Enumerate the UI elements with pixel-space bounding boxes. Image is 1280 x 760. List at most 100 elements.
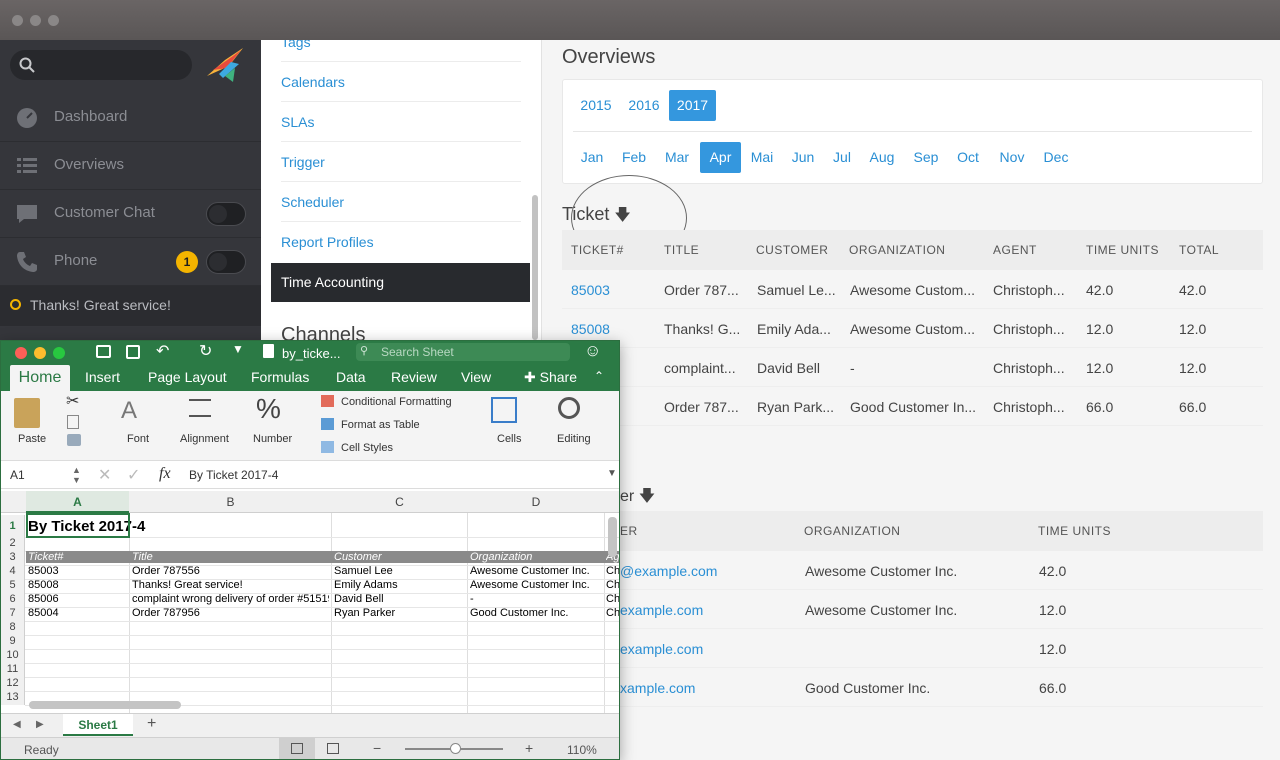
notification-item[interactable]: Thanks! Great service! — [0, 286, 261, 326]
ticket-number-link[interactable]: 85008 — [571, 321, 610, 337]
zoom-out-icon[interactable]: − — [373, 740, 381, 756]
data-cell[interactable]: Ch — [606, 593, 619, 605]
paste-label[interactable]: Paste — [18, 433, 46, 445]
data-cell[interactable]: Ch — [606, 565, 619, 577]
smiley-feedback-icon[interactable]: ☺ — [584, 341, 601, 361]
customer-chat-toggle[interactable] — [206, 202, 246, 226]
col-header[interactable]: TOTAL — [1179, 243, 1219, 257]
phone-toggle[interactable] — [206, 250, 246, 274]
page-layout-view-icon[interactable] — [327, 743, 339, 754]
ribbon-tab-insert[interactable]: Insert — [85, 369, 120, 385]
col-header[interactable]: TICKET# — [571, 243, 624, 257]
header-cell[interactable]: Title — [132, 551, 329, 563]
row-header[interactable]: 9 — [1, 635, 25, 649]
window-minimize-dot[interactable] — [30, 15, 41, 26]
menu-item-time-accounting[interactable]: Time Accounting — [271, 263, 530, 302]
cancel-icon[interactable]: ✕ — [98, 465, 111, 485]
col-header[interactable]: TIME UNITS — [1086, 243, 1159, 257]
ribbon-tab-review[interactable]: Review — [391, 369, 437, 385]
month-aug[interactable]: Aug — [862, 142, 902, 173]
expand-formula-icon[interactable]: ▼ — [607, 468, 617, 479]
conditional-formatting-icon[interactable] — [321, 395, 334, 407]
header-cell[interactable]: Organization — [470, 551, 604, 563]
data-cell[interactable]: Order 787556 — [132, 565, 329, 577]
ticket-number-link[interactable]: 85003 — [571, 282, 610, 298]
save-icon[interactable] — [126, 345, 140, 359]
month-nov[interactable]: Nov — [991, 142, 1033, 173]
col-header[interactable]: ER — [620, 524, 638, 538]
data-cell[interactable]: Good Customer Inc. — [470, 607, 604, 619]
row-header[interactable]: 2 — [1, 537, 25, 551]
font-icon[interactable]: A — [121, 397, 137, 425]
row-header[interactable]: 5 — [1, 579, 25, 593]
collapse-ribbon-icon[interactable]: ⌃ — [594, 369, 604, 383]
month-apr[interactable]: Apr — [700, 142, 741, 173]
table-row[interactable]: Order 787... Ryan Park... Good Customer In… — [562, 387, 1263, 426]
month-dec[interactable]: Dec — [1034, 142, 1078, 173]
table-row[interactable]: 85008 Thanks! G... Emily Ada... Awesome Cus… — [562, 309, 1263, 348]
previous-sheet-icon[interactable]: ◀ — [13, 719, 21, 730]
menu-item-slas[interactable]: SLAs — [281, 102, 521, 142]
data-cell[interactable]: 85008 — [28, 579, 128, 591]
ribbon-tab-view[interactable]: View — [461, 369, 491, 385]
col-header[interactable]: ORGANIZATION — [804, 524, 900, 538]
data-cell[interactable]: Ch — [606, 607, 619, 619]
table-row[interactable]: complaint... David Bell - Christoph... 12.0 1… — [562, 348, 1263, 387]
col-header[interactable]: AGENT — [993, 243, 1037, 257]
format-as-table-button[interactable]: Format as Table — [341, 419, 420, 431]
zoom-in-icon[interactable]: + — [525, 740, 533, 756]
window-zoom-dot[interactable] — [48, 15, 59, 26]
row-header[interactable]: 11 — [1, 663, 25, 677]
data-cell[interactable]: Ryan Parker — [334, 607, 466, 619]
menu-item-report-profiles[interactable]: Report Profiles — [281, 222, 521, 262]
excel-close-dot[interactable] — [15, 347, 27, 359]
menu-item-calendars[interactable]: Calendars — [281, 62, 521, 102]
row-header[interactable]: 3 — [1, 551, 25, 565]
row-header[interactable]: 7 — [1, 607, 25, 621]
row-header[interactable]: 13 — [1, 691, 25, 705]
ribbon-tab-page-layout[interactable]: Page Layout — [148, 369, 227, 385]
sheet-search-input[interactable]: ⚲ Search Sheet — [356, 343, 570, 361]
header-cell[interactable]: Ticket# — [28, 551, 128, 563]
column-header-d[interactable]: D — [468, 495, 604, 509]
next-sheet-icon[interactable]: ▶ — [36, 719, 44, 730]
customize-toolbar-icon[interactable]: ▼ — [232, 342, 244, 356]
table-row[interactable]: example.com 12.0 — [620, 629, 1263, 668]
sidebar-item-dashboard[interactable]: Dashboard — [0, 94, 261, 142]
data-cell[interactable]: 85006 — [28, 593, 128, 605]
data-cell[interactable]: Awesome Customer Inc. — [470, 565, 604, 577]
share-button[interactable]: ✚ Share — [524, 369, 577, 386]
header-cell[interactable]: Customer — [334, 551, 466, 563]
month-mar[interactable]: Mar — [657, 142, 697, 173]
cells-label[interactable]: Cells — [497, 433, 521, 445]
data-cell[interactable]: 85003 — [28, 565, 128, 577]
sidebar-item-customer-chat[interactable]: Customer Chat — [0, 190, 261, 238]
data-cell[interactable]: Samuel Lee — [334, 565, 466, 577]
row-header[interactable]: 4 — [1, 565, 25, 579]
menu-scrollbar[interactable] — [532, 195, 538, 340]
name-box-stepper-icon[interactable]: ▲ ▼ — [72, 465, 81, 485]
customer-email-link[interactable]: xample.com — [620, 680, 695, 696]
row-header[interactable]: 10 — [1, 649, 25, 663]
col-header[interactable]: TIME UNITS — [1038, 524, 1111, 538]
col-header[interactable]: ORGANIZATION — [849, 243, 945, 257]
cut-icon[interactable]: ✂ — [66, 391, 79, 411]
col-header[interactable]: TITLE — [664, 243, 699, 257]
column-header-c[interactable]: C — [332, 495, 467, 509]
customer-email-link[interactable]: @example.com — [620, 563, 717, 579]
month-oct[interactable]: Oct — [948, 142, 988, 173]
month-sep[interactable]: Sep — [905, 142, 947, 173]
ribbon-tab-home[interactable]: Home — [10, 365, 70, 393]
alignment-icon[interactable] — [189, 399, 211, 417]
row-header[interactable]: 12 — [1, 677, 25, 691]
month-jul[interactable]: Jul — [824, 142, 860, 173]
data-cell[interactable]: David Bell — [334, 593, 466, 605]
add-sheet-icon[interactable]: + — [147, 715, 156, 733]
editing-label[interactable]: Editing — [557, 433, 591, 445]
cell-styles-icon[interactable] — [321, 441, 334, 453]
row-header[interactable]: 1 — [1, 515, 25, 537]
vertical-scrollbar[interactable] — [608, 517, 617, 557]
col-header[interactable]: CUSTOMER — [756, 243, 828, 257]
ribbon-tab-formulas[interactable]: Formulas — [251, 369, 309, 385]
download-arrow-icon[interactable]: 🡇 — [639, 488, 655, 505]
